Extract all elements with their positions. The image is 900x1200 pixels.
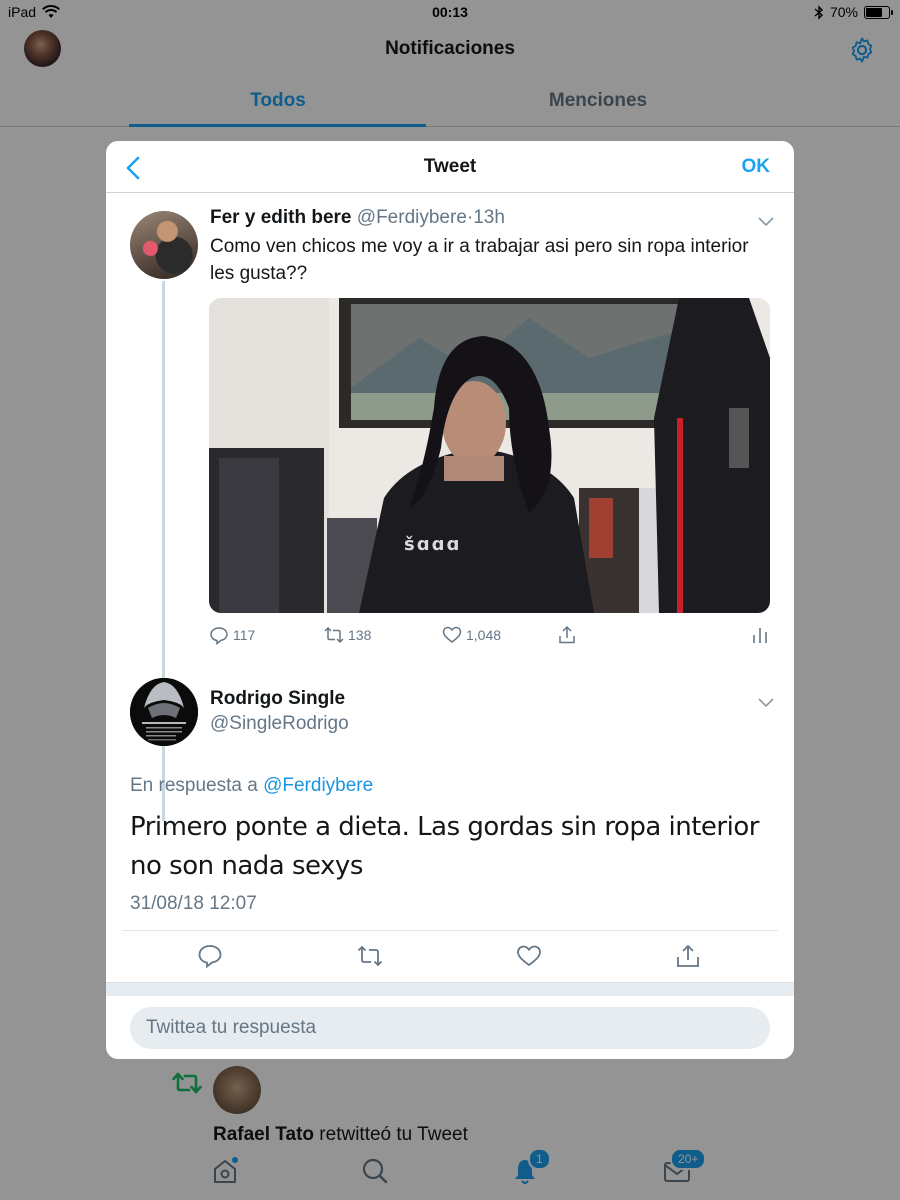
analytics-button[interactable] (750, 625, 770, 645)
reply-prefix: En respuesta a (130, 775, 258, 796)
reply-icon[interactable] (197, 943, 223, 969)
tweet-time: 13h (473, 207, 505, 228)
tweet-image[interactable]: šɑɑɑ (209, 298, 770, 613)
divider (122, 930, 778, 931)
shirt-text: šɑɑɑ (404, 534, 461, 555)
heart-icon[interactable] (516, 943, 542, 969)
reply-icon (210, 627, 228, 645)
retweet-count: 138 (348, 627, 372, 643)
tweet-text: Primero ponte a dieta. Las gordas sin ro… (130, 812, 759, 881)
tweet-action-bar: 117 138 1,048 (209, 625, 770, 649)
avatar-image (130, 678, 198, 746)
heart-icon (442, 626, 462, 643)
tweet-timestamp: 31/08/18 12:07 (130, 893, 257, 914)
retweet-icon (324, 626, 344, 644)
modal-title: Tweet (423, 156, 477, 177)
tweet-modal: Tweet OK Fer y edith bere @Ferdiybere·13… (106, 141, 794, 1059)
share-icon (559, 625, 575, 644)
tweet-action-bar (106, 941, 794, 971)
author-name[interactable]: Fer y edith bere (210, 207, 352, 228)
author-handle[interactable]: @SingleRodrigo (210, 713, 349, 735)
ok-button[interactable]: OK (742, 156, 771, 178)
retweet-icon[interactable] (357, 943, 383, 969)
avatar[interactable] (130, 678, 198, 746)
analytics-icon (753, 628, 767, 643)
reply-input[interactable]: Twittea tu respuesta (130, 1007, 770, 1049)
modal-header: Tweet OK (106, 141, 794, 193)
reply-context: En respuesta a @Ferdiybere (130, 775, 373, 797)
author-handle[interactable]: @Ferdiybere (357, 207, 467, 228)
reply-mention-link[interactable]: @Ferdiybere (263, 775, 373, 796)
like-button[interactable]: 1,048 (442, 625, 501, 645)
chevron-down-icon[interactable] (758, 698, 774, 708)
author-name[interactable]: Rodrigo Single (210, 688, 345, 710)
share-button[interactable] (557, 625, 577, 645)
tweet-text: Como ven chicos me voy a ir a trabajar a… (210, 236, 749, 284)
reply-button[interactable]: 117 (209, 625, 255, 645)
retweet-button[interactable]: 138 (324, 625, 371, 645)
chevron-down-icon[interactable] (758, 217, 774, 227)
tweet-header: Fer y edith bere @Ferdiybere·13h (210, 207, 505, 229)
reply-count: 117 (233, 627, 256, 643)
like-count: 1,048 (466, 627, 502, 643)
share-icon[interactable] (675, 943, 701, 969)
section-separator (106, 982, 794, 996)
avatar[interactable] (130, 211, 198, 279)
